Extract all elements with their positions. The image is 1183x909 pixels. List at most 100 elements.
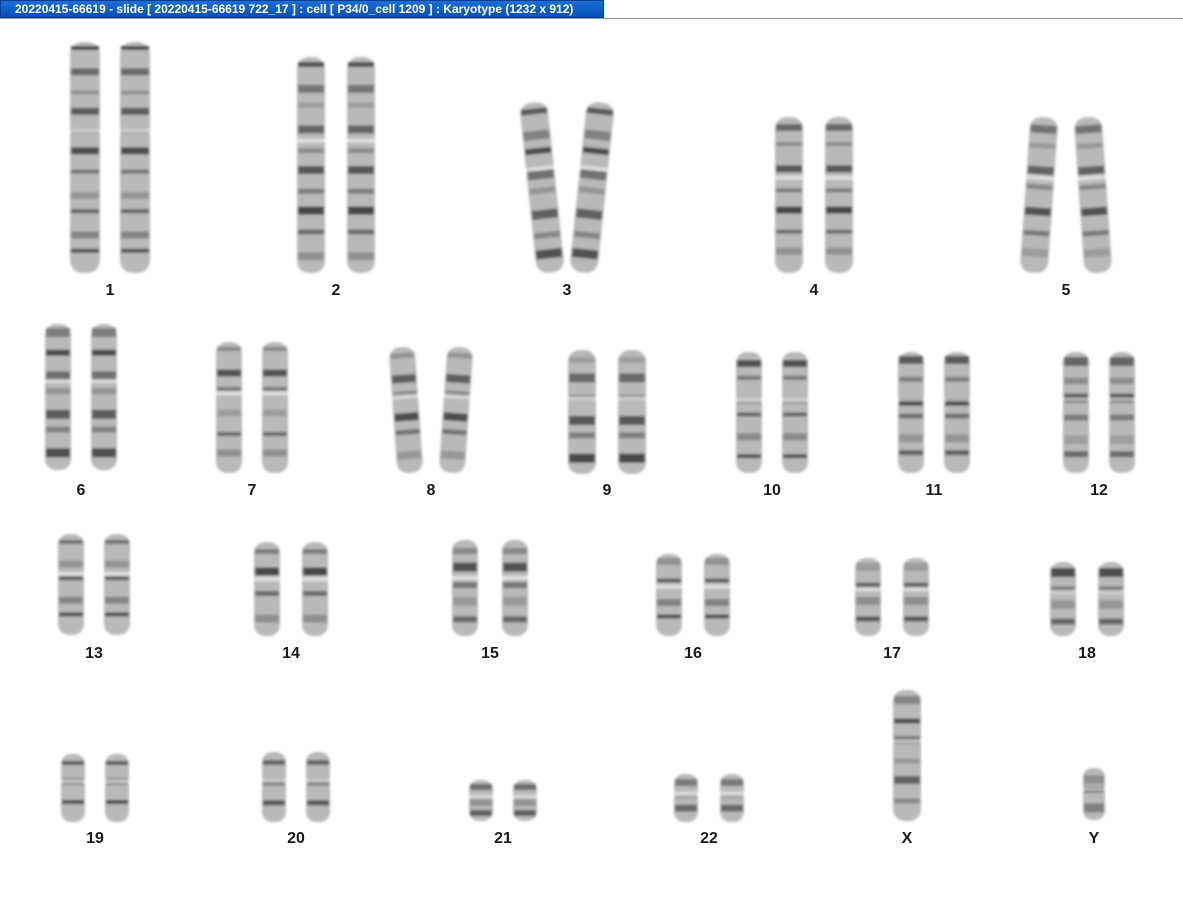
chromatid-1 (253, 542, 281, 636)
chromosome-pair-4[interactable] (773, 115, 855, 275)
chromatid-2 (103, 534, 131, 635)
chromosome-pair-21[interactable] (467, 778, 539, 823)
chromosome-pair-17[interactable] (853, 556, 931, 638)
chromosome-pair-12[interactable] (1061, 350, 1137, 475)
centromere (1062, 397, 1090, 402)
chromosome-pair-7[interactable] (214, 340, 290, 475)
chromosome-band (453, 582, 477, 589)
chromosome-band (470, 784, 492, 790)
chromosome-pair-19[interactable] (59, 752, 131, 824)
chromosome-band (394, 412, 419, 422)
chromosome-band (657, 599, 681, 606)
chromosome-band (776, 165, 802, 173)
chromosome-band (255, 567, 279, 576)
chromatid-1 (389, 346, 423, 474)
chromosome-band (255, 549, 279, 554)
chromosome-band (945, 450, 969, 456)
chromatid-body (91, 324, 117, 470)
chromosome-pair-15[interactable] (450, 538, 530, 638)
chromosome-band (619, 373, 645, 383)
chromosome-pair-13[interactable] (56, 532, 132, 637)
chromosome-band (675, 804, 697, 812)
chromatid-2 (902, 558, 930, 636)
chromosome-band (303, 567, 327, 576)
chromosome-band (894, 758, 920, 764)
chromosome-band (263, 409, 287, 417)
chromosome-band (263, 449, 287, 457)
chromosome-pair-1[interactable] (68, 40, 152, 275)
chromatid-1 (1049, 562, 1077, 636)
chromosome-band (899, 413, 923, 419)
centromere (892, 739, 922, 744)
chromosome-pair-16[interactable] (654, 552, 732, 638)
chromosome-band (737, 454, 761, 459)
chromosome-band (776, 188, 802, 193)
chromatid-1 (673, 774, 699, 822)
chromosome-band (106, 761, 128, 765)
chromosome-band (783, 412, 807, 417)
chromosome-band (453, 596, 477, 606)
chromosome-band (348, 125, 374, 134)
chromosome-pair-18[interactable] (1048, 560, 1126, 638)
chromosome-band (1084, 775, 1104, 784)
chromosome-pair-5[interactable] (1020, 115, 1112, 275)
chromatid-1 (296, 57, 326, 273)
chromosome-band (92, 388, 116, 395)
chromosome-band (303, 614, 327, 623)
centromere (301, 577, 329, 582)
chromosome-band (348, 206, 374, 215)
centromere (824, 175, 854, 180)
chromosome-band (298, 206, 324, 215)
chromosome-band (705, 558, 729, 565)
chromosome-band (443, 412, 468, 422)
chromosome-pair-3[interactable] (520, 100, 614, 275)
chromosome-pair-9[interactable] (566, 348, 648, 476)
chromosome-band (619, 357, 645, 363)
chromosome-band (71, 68, 99, 76)
chromosome-band (737, 360, 761, 367)
chromosome-pair-11[interactable] (896, 350, 972, 475)
chromosome-band (904, 597, 928, 605)
chromosome-band (298, 84, 324, 93)
chromosome-pair-20[interactable] (260, 750, 332, 824)
chromosome-band (503, 616, 527, 623)
chromosome-band (1110, 377, 1134, 384)
chromosome-band (71, 169, 99, 174)
chromosome-band (348, 166, 374, 174)
chromosome-band (298, 252, 324, 261)
chromatid-1 (1020, 116, 1058, 274)
centromere (735, 397, 763, 402)
chromosome-pair-14[interactable] (252, 540, 330, 638)
chromosome-band (1084, 803, 1104, 813)
chromosome-pair-22[interactable] (672, 772, 746, 824)
chromosome-pair-8[interactable] (389, 345, 473, 475)
chromosome-band (1099, 568, 1123, 577)
chromosome-band (945, 356, 969, 364)
chromosome-band (121, 191, 149, 199)
chromosome-band (217, 387, 241, 391)
chromatid-1 (57, 534, 85, 635)
chromosome-pair-6[interactable] (43, 322, 119, 472)
chromosome-band (737, 375, 761, 380)
chromatid-1 (69, 42, 101, 273)
chromosome-band (826, 142, 852, 147)
chromosome-band (105, 596, 129, 604)
centromere (261, 778, 287, 783)
chromosome-pair-y[interactable] (1081, 766, 1107, 822)
chromatid-1 (567, 350, 597, 474)
chromosome-band (1064, 451, 1088, 458)
chromosome-pair-10[interactable] (734, 350, 810, 475)
centromere (501, 576, 529, 580)
chromosome-band (899, 376, 923, 382)
chromosome-pair-x[interactable] (891, 688, 923, 823)
chromatid-1 (774, 117, 804, 273)
chromatid-1 (854, 558, 882, 636)
chromatid-2 (305, 752, 331, 822)
centromere (703, 584, 731, 589)
chromosome-band (904, 582, 928, 588)
chromosome-band (307, 800, 329, 806)
centromere (943, 397, 971, 402)
chromosome-pair-2[interactable] (295, 55, 377, 275)
chromosome-band (263, 347, 287, 351)
chromosome-label-19: 19 (86, 830, 104, 847)
